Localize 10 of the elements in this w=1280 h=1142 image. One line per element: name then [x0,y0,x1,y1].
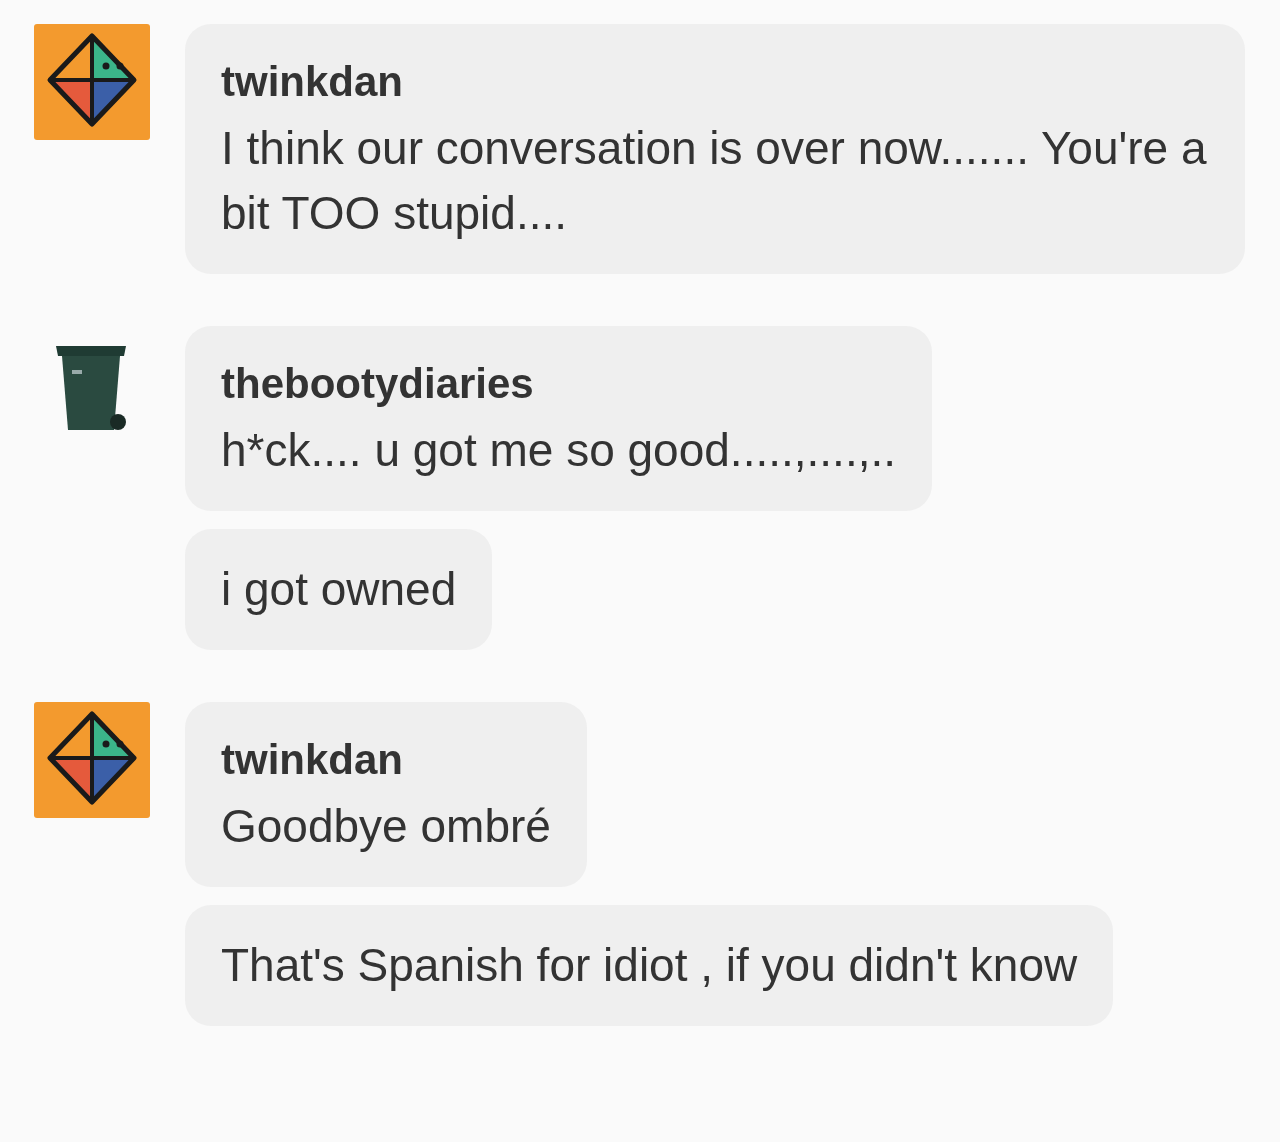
message-text: Goodbye ombré [221,799,551,854]
message-text: I think our conversation is over now....... You're a bit TOO stupid.... [221,121,1208,241]
username: thebootydiaries [221,359,535,409]
message-text: h*ck.... u got me so good.....,....,.. [221,423,896,478]
message-text: That's Spanish for idiot , if you didn't know [221,938,1078,993]
username: twinkdan [221,735,404,785]
message-text: i got owned [221,562,457,617]
avatar-icon [34,702,150,818]
username: twinkdan [221,57,404,107]
avatar-icon [34,24,150,140]
